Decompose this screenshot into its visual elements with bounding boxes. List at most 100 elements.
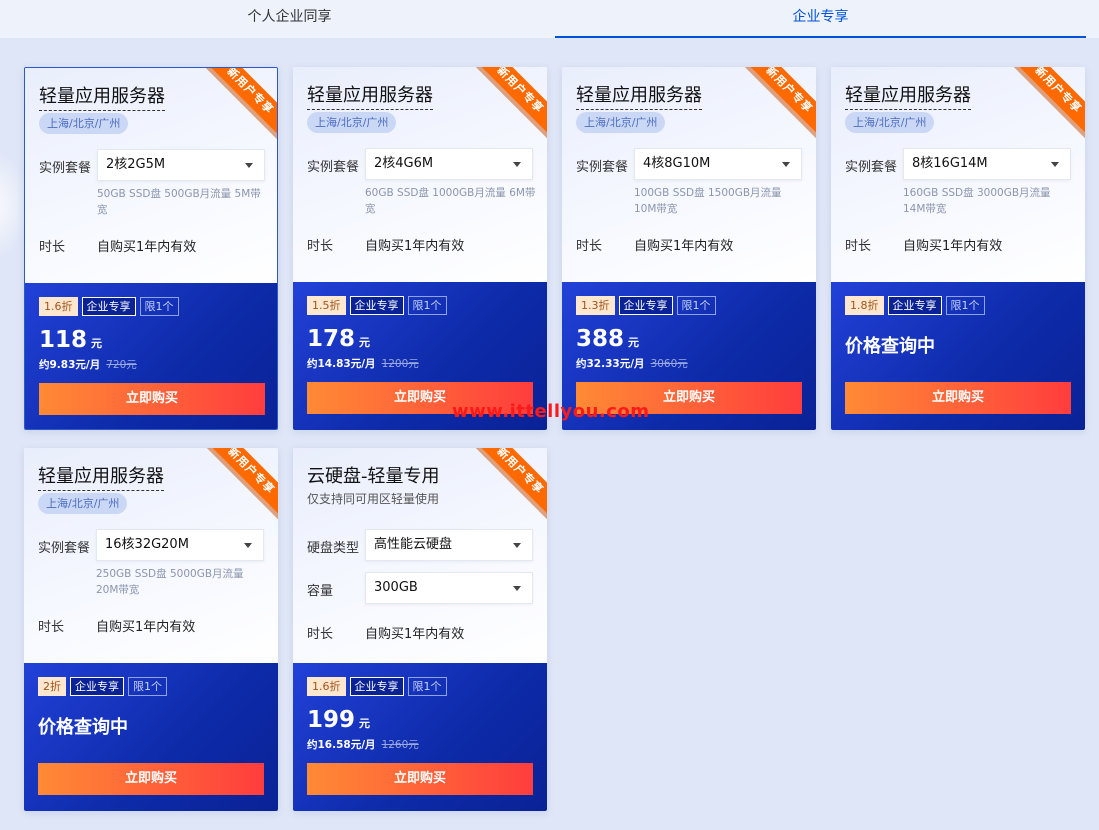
package-description: 250GB SSD盘 5000GB月流量 20M带宽 [96,568,244,596]
product-card: 轻量应用服务器 上海/北京/广州 实例套餐 2核4G6M 60GB SSD盘 1… [293,67,547,430]
price-querying: 价格查询中 [845,336,935,357]
package-label: 实例套餐 [307,160,360,175]
card-pricing: 1.6折 企业专享 限1个 199 元 约16.58元/月 1260元 立即购买 [293,663,547,811]
package-description: 50GB SSD盘 500GB月流量 5M带宽 [97,188,261,216]
discount-badge: 1.8折 [845,296,884,315]
discount-badge: 1.5折 [307,296,346,315]
price: 388 元 [576,326,639,352]
enterprise-badge: 企业专享 [70,677,124,696]
capacity-select[interactable]: 300GB [365,572,533,604]
chevron-down-icon [245,163,253,168]
discount-badge: 2折 [38,677,66,696]
duration-value: 自购买1年内有效 [96,620,196,635]
limit-badge: 限1个 [407,677,447,696]
monthly-value: 约16.58元/月 [307,739,376,751]
package-value: 8核16G14M [912,156,988,171]
card-title: 轻量应用服务器 [38,462,164,491]
package-select[interactable]: 4核8G10M [634,148,802,180]
chevron-down-icon [1051,162,1059,167]
badge-row: 2折 企业专享 限1个 [38,677,167,696]
package-description: 60GB SSD盘 1000GB月流量 6M带宽 [365,187,536,215]
package-select[interactable]: 8核16G14M [903,148,1071,180]
tab-personal-enterprise[interactable]: 个人企业同享 [24,0,555,38]
product-card: 轻量应用服务器 上海/北京/广州 实例套餐 16核32G20M 250GB SS… [24,448,278,811]
card-title: 轻量应用服务器 [39,82,165,111]
watermark-text: www.ittellyou.com [452,401,650,422]
card-pricing: 1.6折 企业专享 限1个 118 元 约9.83元/月 720元 立即购买 [25,283,277,429]
duration-label: 时长 [307,627,334,642]
duration-value: 自购买1年内有效 [903,239,1003,254]
buy-now-button[interactable]: 立即购买 [39,383,265,415]
duration-label: 时长 [845,239,872,254]
badge-row: 1.6折 企业专享 限1个 [307,677,447,696]
price-value: 388 [576,326,625,352]
monthly-value: 约14.83元/月 [307,358,376,370]
region-tag: 上海/北京/广州 [845,112,935,133]
product-tabs: 个人企业同享 企业专享 [0,0,1099,38]
tab-enterprise-exclusive[interactable]: 企业专享 [555,0,1086,38]
package-select[interactable]: 2核4G6M [365,148,533,180]
price-unit: 元 [628,336,640,349]
duration-label: 时长 [38,620,65,635]
enterprise-badge: 企业专享 [81,297,136,316]
card-title: 云硬盘-轻量专用 [307,466,440,487]
chevron-down-icon [782,162,790,167]
monthly-price: 约16.58元/月 1260元 [307,737,419,752]
package-label: 实例套餐 [39,161,92,176]
product-card: 轻量应用服务器 上海/北京/广州 实例套餐 2核2G5M 50GB SSD盘 5… [24,67,278,430]
card-title: 轻量应用服务器 [576,81,702,110]
duration-value: 自购买1年内有效 [365,239,465,254]
price-unit: 元 [359,336,371,349]
product-card: 轻量应用服务器 上海/北京/广州 实例套餐 4核8G10M 100GB SSD盘… [562,67,816,430]
badge-row: 1.6折 企业专享 限1个 [39,297,179,316]
enterprise-badge: 企业专享 [349,677,404,696]
package-label: 实例套餐 [38,541,91,556]
package-value: 4核8G10M [643,156,711,171]
price-value: 199 [307,707,356,733]
package-value: 16核32G20M [105,537,189,552]
badge-row: 1.3折 企业专享 限1个 [576,296,716,315]
monthly-value: 约9.83元/月 [39,359,101,371]
disk-type-value: 高性能云硬盘 [374,537,453,552]
buy-now-button[interactable]: 立即购买 [845,382,1071,414]
duration-value: 自购买1年内有效 [97,240,197,255]
original-price: 1260元 [381,739,419,751]
duration-value: 自购买1年内有效 [365,627,465,642]
product-card: 云硬盘-轻量专用 仅支持同可用区轻量使用 硬盘类型 高性能云硬盘 容量 300G… [293,448,547,811]
limit-badge: 限1个 [407,296,447,315]
card-subtitle: 仅支持同可用区轻量使用 [307,492,440,506]
duration-value: 自购买1年内有效 [634,239,734,254]
product-card: 轻量应用服务器 上海/北京/广州 实例套餐 8核16G14M 160GB SSD… [831,67,1085,430]
package-label: 实例套餐 [576,160,629,175]
package-select[interactable]: 16核32G20M [96,529,264,561]
buy-now-button[interactable]: 立即购买 [307,763,533,795]
discount-badge: 1.6折 [39,297,78,316]
duration-label: 时长 [576,239,603,254]
price: 178 元 [307,326,370,352]
region-tag: 上海/北京/广州 [38,493,128,514]
limit-badge: 限1个 [139,297,179,316]
capacity-value: 300GB [374,580,418,595]
price: 199 元 [307,707,370,733]
region-tag: 上海/北京/广州 [307,112,397,133]
chevron-down-icon [513,586,521,591]
duration-label: 时长 [39,240,66,255]
card-title: 轻量应用服务器 [845,81,971,110]
disk-type-select[interactable]: 高性能云硬盘 [365,529,533,561]
capacity-label: 容量 [307,584,334,599]
monthly-price: 约32.33元/月 3060元 [576,356,688,371]
badge-row: 1.8折 企业专享 限1个 [845,296,985,315]
price: 118 元 [39,327,102,353]
discount-badge: 1.3折 [576,296,615,315]
monthly-value: 约32.33元/月 [576,358,645,370]
chevron-down-icon [513,543,521,548]
enterprise-badge: 企业专享 [349,296,404,315]
package-label: 实例套餐 [845,160,898,175]
package-select[interactable]: 2核2G5M [97,149,265,181]
card-pricing: 1.8折 企业专享 限1个 价格查询中 立即购买 [831,282,1085,430]
chevron-down-icon [513,162,521,167]
buy-now-button[interactable]: 立即购买 [38,763,264,795]
enterprise-badge: 企业专享 [887,296,942,315]
card-pricing: 2折 企业专享 限1个 价格查询中 立即购买 [24,663,278,811]
enterprise-badge: 企业专享 [618,296,673,315]
